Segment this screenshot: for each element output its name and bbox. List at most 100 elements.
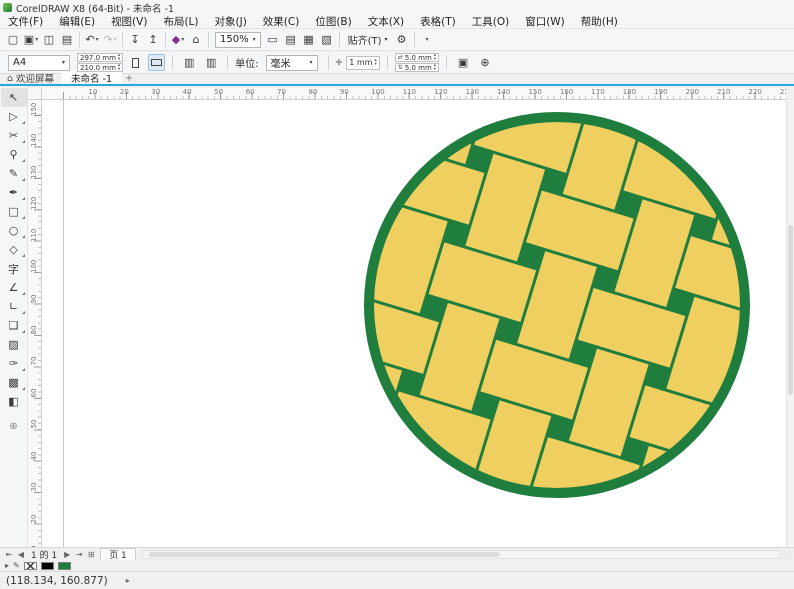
application-launcher-button[interactable]: ◆ ▾ [169,31,187,49]
vertical-scrollbar[interactable] [786,100,794,547]
page-size-preset-combo[interactable]: A4 ▾ [8,54,70,71]
toolbar-overflow-button[interactable]: ▾ [418,31,436,49]
ruler-origin[interactable] [28,88,42,100]
menu-item[interactable]: 工具(O) [464,14,517,29]
welcome-screen-tab[interactable]: ⌂ 欢迎屏幕 [0,72,61,86]
stepper-icons[interactable]: ▴ ▾ [434,63,436,72]
pick-tool[interactable]: ↖ [0,88,27,107]
crop-tool[interactable]: ✂ [1,126,27,145]
show-grid-button[interactable]: ▦ [300,31,318,49]
color-swatch-green[interactable] [57,561,71,570]
horizontal-ruler[interactable]: 10 20 30 40 50 60 70 80 90 100 110 120 130 140 150 160 1… [42,88,786,100]
import-button[interactable]: ↧ [126,31,144,49]
nudge-offset-field[interactable]: 1 mm ▴ ▾ [346,55,380,70]
transparency-tool[interactable]: ▨ [1,335,27,354]
portrait-button[interactable] [127,54,144,71]
pick-tool-icon: ↖ [8,91,19,104]
current-page-size-button[interactable]: ▥ [180,54,198,72]
stepper-icons[interactable]: ▴ ▾ [374,58,376,67]
menu-item[interactable]: 编辑(E) [51,14,103,29]
menu-item[interactable]: 位图(B) [307,14,359,29]
duplicate-distance-y-field[interactable]: ⇅ 5.0 mm ▴ ▾ [394,63,440,72]
title-bar: CorelDRAW X8 (64-Bit) - 未命名 -1 [0,0,794,15]
horizontal-scrollbar[interactable] [141,549,781,559]
new-document-button[interactable]: ▢ [4,31,22,49]
welcome-screen-button[interactable]: ⌂ [187,31,205,49]
open-button[interactable]: ▣ ▾ [22,31,40,49]
polygon-tool-icon: ◇ [9,243,18,256]
snap-to-button[interactable]: 贴齐(T) ▾ [343,31,393,49]
status-expander-icon[interactable]: ▸ [126,576,130,585]
previous-page-button[interactable]: ◀ [15,549,27,560]
color-eyedropper-tool[interactable]: ✑ [1,354,27,373]
last-page-button[interactable]: ⇥ [73,549,85,560]
woven-circle-drawing[interactable] [362,110,752,500]
menu-item[interactable]: 视图(V) [103,14,155,29]
stepper-icons[interactable]: ▴ ▾ [434,53,436,62]
page-control-bar: ⇤ ◀ 1 的 1 ▶ ⇥ ⊞ 页 1 [0,547,794,561]
parallel-dimension-tool[interactable]: ∠ [1,278,27,297]
full-screen-preview-button[interactable]: ▭ [264,31,282,49]
vertical-ruler[interactable]: 150140130120110100908070605040302010 [28,100,42,547]
freehand-tool[interactable]: ✎ [1,164,27,183]
redo-button[interactable]: ↷ ▾ [101,31,119,49]
zoom-tool[interactable]: ⚲ [1,145,27,164]
menu-item[interactable]: 对象(J) [207,14,255,29]
menu-item[interactable]: 文本(X) [360,14,412,29]
show-guidelines-button[interactable]: ▧ [318,31,336,49]
crop-tool-icon: ✂ [8,129,19,142]
menu-item[interactable]: 表格(T) [412,14,464,29]
first-page-button[interactable]: ⇤ [3,549,15,560]
quick-customize-propbar-button[interactable]: ⊕ [476,54,494,72]
show-rulers-button[interactable]: ▤ [282,31,300,49]
ellipse-tool[interactable]: ○ [1,221,27,240]
new-tab-button[interactable]: + [122,72,136,84]
color-swatch-black[interactable] [40,561,54,570]
menu-item[interactable]: 效果(C) [255,14,308,29]
shape-tool[interactable]: ▷ [1,107,27,126]
stepper-icons[interactable]: ▴ ▾ [118,63,120,72]
connector-tool[interactable]: ∟ [1,297,27,316]
drawing-canvas[interactable] [42,100,786,547]
menu-item[interactable]: 文件(F) [0,14,51,29]
save-button[interactable]: ◫ [40,31,58,49]
palette-flyout-icon[interactable]: ▸ [5,561,9,570]
ruler-number: 40 [30,451,38,461]
menu-item[interactable]: 布局(L) [155,14,206,29]
export-button[interactable]: ↥ [144,31,162,49]
units-combo[interactable]: 毫米 ▾ [265,54,318,71]
polygon-tool[interactable]: ◇ [1,240,27,259]
next-page-button[interactable]: ▶ [61,549,73,560]
artistic-media-tool[interactable]: ✒ [1,183,27,202]
page-width-field[interactable]: 297.0 mm ▴ ▾ [77,53,124,62]
ruler-number: 60 [245,88,255,96]
status-swatch-row: ▸ ✎ [0,560,794,571]
menu-item[interactable]: 帮助(H) [573,14,626,29]
document-tab[interactable]: 未命名 -1 [61,72,123,85]
menu-item[interactable]: 窗口(W) [517,14,573,29]
units-value: 毫米 [270,59,291,70]
quick-customize-button[interactable]: ⊕ [1,417,27,436]
print-icon: ▤ [61,33,73,46]
interactive-fill-tool[interactable]: ▩ [1,373,27,392]
color-swatch-no-color[interactable] [23,561,37,570]
stepper-icons[interactable]: ▴ ▾ [118,53,120,62]
smart-fill-tool[interactable]: ◧ [1,392,27,411]
all-pages-size-button[interactable]: ▥ [202,54,220,72]
text-tool[interactable]: 字 [1,259,27,278]
landscape-button[interactable] [148,54,166,71]
duplicate-distance-x-field[interactable]: ⇄ 5.0 mm ▴ ▾ [394,53,440,62]
weave-plank [523,497,604,500]
page-1-tab[interactable]: 页 1 [100,548,136,561]
vertical-scrollbar-thumb[interactable] [788,225,793,396]
page-border-button[interactable]: ▣ [454,54,472,72]
rectangle-tool[interactable]: □ [1,202,27,221]
undo-button[interactable]: ↶ ▾ [83,31,101,49]
drop-shadow-tool[interactable]: ❏ [1,316,27,335]
add-page-icon[interactable]: ⊞ [85,549,97,560]
print-button[interactable]: ▤ [58,31,76,49]
horizontal-scrollbar-thumb[interactable] [149,551,500,557]
page-boundary-line [63,100,64,547]
options-button[interactable]: ⚙ [393,31,411,49]
zoom-level-combo[interactable]: 150% ▾ [215,31,261,48]
